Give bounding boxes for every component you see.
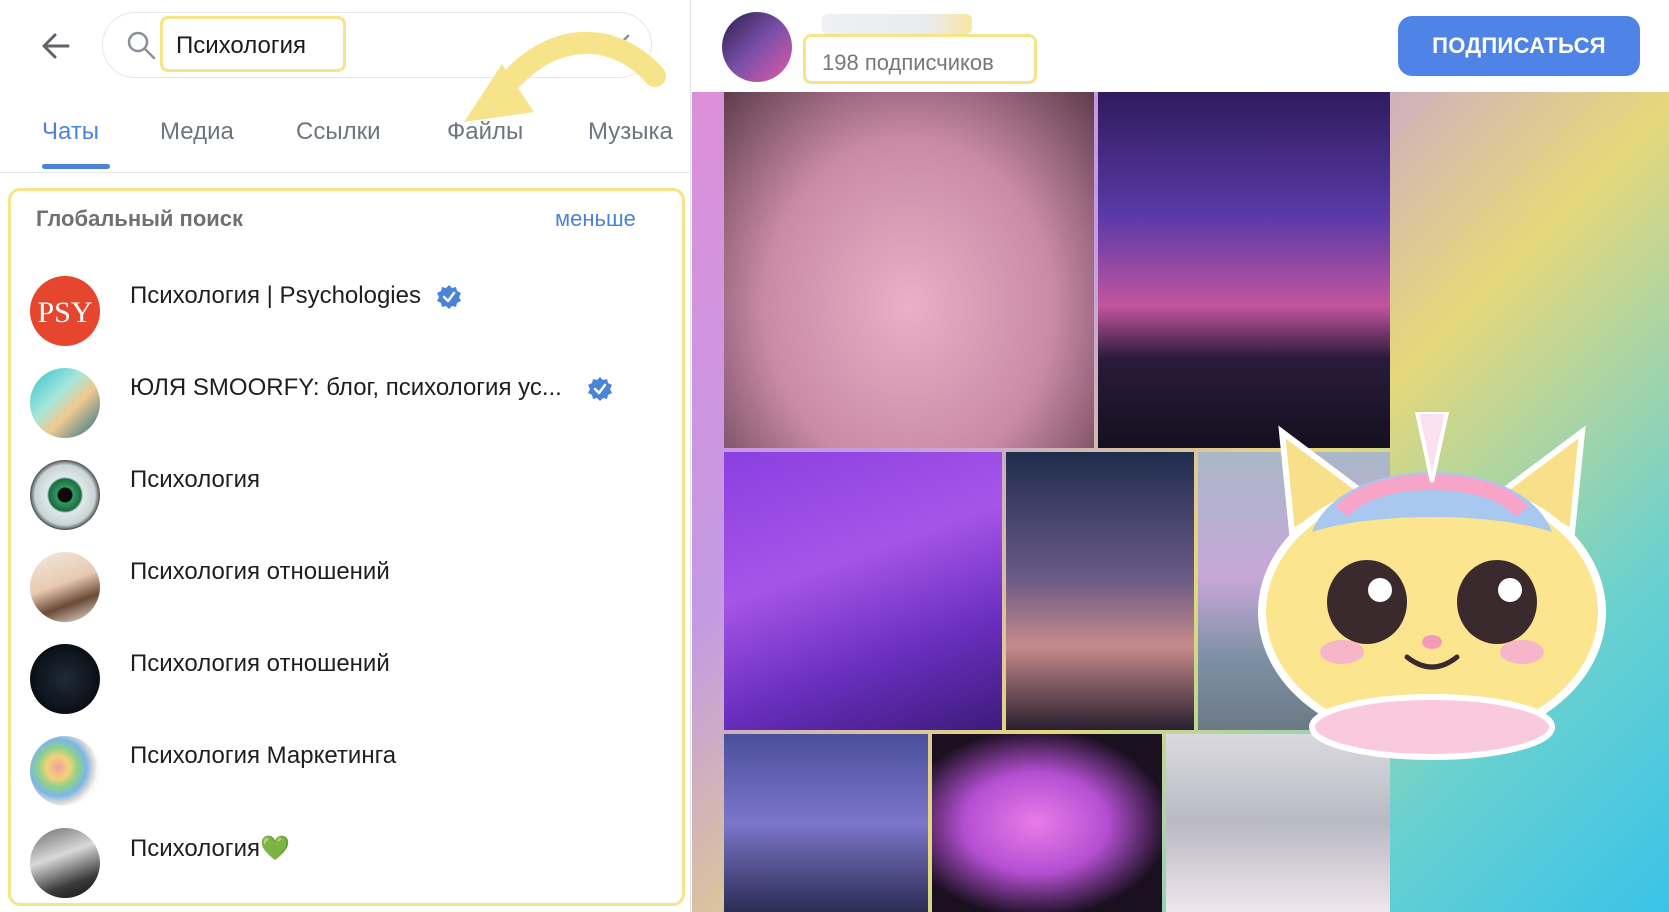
avatar (30, 736, 100, 806)
photo-night-girl[interactable] (724, 734, 928, 912)
result-name: Психология (130, 466, 260, 493)
photo-violet-bridge[interactable] (724, 452, 1002, 730)
search-result-item[interactable]: Психология (30, 460, 670, 544)
avatar (30, 552, 100, 622)
avatar (30, 644, 100, 714)
result-name: Психология отношений (130, 558, 390, 585)
search-result-item[interactable]: Психология отношений (30, 644, 670, 728)
photo-pink-sweater[interactable] (724, 92, 1094, 448)
search-panel: Психология Чаты Медиа Ссылки Файлы Музык… (0, 0, 691, 912)
back-arrow-icon[interactable] (36, 26, 76, 66)
curved-arrow-icon (464, 31, 666, 122)
result-name: Психология отношений (130, 650, 390, 677)
tab-links[interactable]: Ссылки (296, 118, 381, 146)
verified-icon (436, 284, 461, 309)
avatar (30, 368, 100, 438)
avatar: PSY (30, 276, 100, 346)
search-result-item[interactable]: Психология💚 (30, 828, 670, 912)
result-name: Психология | Psychologies (130, 282, 421, 309)
search-result-item[interactable]: ЮЛЯ SMOORFY: блог, психология ус... (30, 368, 670, 452)
channel-preview: 198 подписчиков ПОДПИСАТЬСЯ (692, 0, 1669, 912)
result-name: Психология💚 (130, 835, 290, 862)
show-less-link[interactable]: меньше (555, 206, 636, 232)
subscribers-count: 198 подписчиков (822, 50, 994, 75)
result-name: ЮЛЯ SMOORFY: блог, психология ус... (130, 374, 562, 401)
avatar (30, 460, 100, 530)
channel-header: 198 подписчиков ПОДПИСАТЬСЯ (692, 0, 1669, 93)
search-result-item[interactable]: PSY Психология | Psychologies (30, 276, 670, 360)
verified-icon (587, 376, 612, 401)
result-name: Психология Маркетинга (130, 742, 397, 769)
photo-starry-jar[interactable] (1006, 452, 1194, 730)
global-search-title: Глобальный поиск (36, 206, 244, 231)
search-input[interactable]: Психология (176, 32, 306, 60)
tab-media[interactable]: Медиа (160, 118, 234, 146)
avatar (30, 828, 100, 898)
channel-name-blurred (822, 14, 972, 34)
tab-chats[interactable]: Чаты (42, 118, 99, 146)
channel-avatar[interactable] (722, 12, 792, 82)
chat-wallpaper (692, 92, 1669, 912)
svg-text:PSY: PSY (37, 296, 92, 329)
search-result-item[interactable]: Психология Маркетинга (30, 736, 670, 820)
unicorn-cat-sticker (1258, 412, 1606, 760)
photo-window-silhouette[interactable] (932, 734, 1162, 912)
photo-purple-sky[interactable] (1098, 92, 1390, 448)
search-result-item[interactable]: Психология отношений (30, 552, 670, 636)
search-icon (127, 31, 156, 60)
subscribe-button[interactable]: ПОДПИСАТЬСЯ (1398, 16, 1640, 76)
active-tab-indicator (42, 164, 110, 169)
